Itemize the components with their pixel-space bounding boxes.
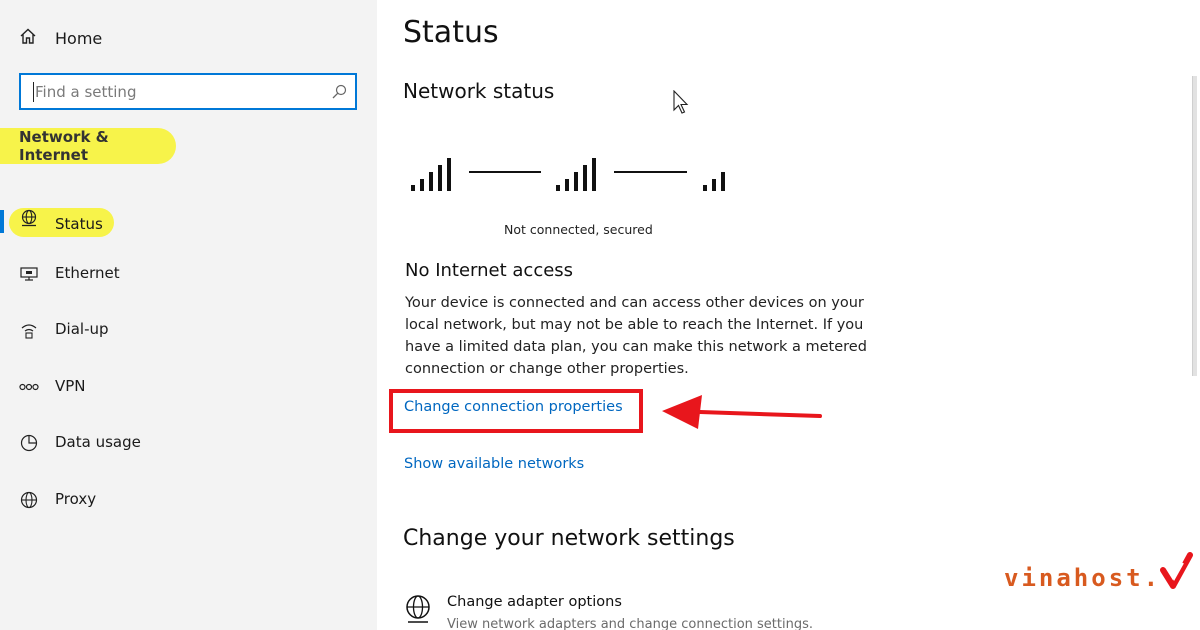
no-internet-heading: No Internet access	[405, 260, 574, 281]
sidebar-item-vpn[interactable]: VPN	[0, 366, 377, 406]
search-icon[interactable]	[331, 84, 347, 100]
mouse-cursor-icon	[673, 90, 689, 114]
sidebar-item-ethernet[interactable]: Ethernet	[0, 253, 377, 293]
sidebar: Home Network & Internet Status Ethernet	[0, 0, 377, 630]
sidebar-item-label: Dial-up	[55, 320, 109, 338]
home-button[interactable]: Home	[19, 25, 102, 51]
network-diagram	[411, 158, 725, 191]
sidebar-item-label: Data usage	[55, 433, 141, 451]
sidebar-item-proxy[interactable]: Proxy	[0, 479, 377, 519]
adapter-globe-icon	[404, 594, 432, 628]
status-description: Your device is connected and can access …	[405, 295, 867, 377]
computer-signal-icon	[411, 158, 451, 191]
scrollbar[interactable]	[1192, 76, 1197, 376]
sidebar-item-label: Proxy	[55, 490, 97, 508]
main-content: Status Network status Not connected, sec…	[377, 0, 1200, 630]
network-status-heading: Network status	[403, 79, 555, 103]
show-available-networks-link[interactable]: Show available networks	[404, 456, 584, 472]
data-usage-icon	[19, 433, 39, 453]
home-icon	[19, 27, 37, 49]
sidebar-item-status[interactable]: Status	[0, 196, 377, 237]
sidebar-item-data-usage[interactable]: Data usage	[0, 422, 377, 462]
vpn-icon	[19, 377, 39, 397]
page-title: Status	[403, 15, 499, 50]
watermark-text: vinahost.	[1004, 564, 1162, 592]
change-adapter-options-link[interactable]: Change adapter options	[447, 594, 622, 610]
internet-signal-icon	[703, 172, 725, 191]
annotation-arrow-icon	[662, 395, 822, 429]
watermark-logo: vinahost.	[1004, 552, 1194, 598]
router-signal-icon	[556, 158, 596, 191]
sidebar-item-label: VPN	[55, 377, 86, 395]
section-heading: Network & Internet	[0, 128, 176, 164]
sidebar-item-label: Ethernet	[55, 264, 120, 282]
ethernet-icon	[19, 264, 39, 284]
globe-icon	[19, 490, 39, 510]
search-box[interactable]	[19, 73, 357, 110]
selected-indicator	[0, 210, 4, 233]
change-settings-heading: Change your network settings	[403, 526, 735, 551]
dialup-icon	[19, 320, 39, 340]
vinahost-check-icon	[1160, 552, 1194, 589]
search-input[interactable]	[33, 81, 331, 102]
connection-status-text: Not connected, secured	[504, 222, 653, 237]
home-label: Home	[55, 28, 103, 48]
sidebar-item-label: Status	[55, 215, 103, 233]
globe-status-icon	[19, 208, 39, 228]
sidebar-item-dialup[interactable]: Dial-up	[0, 309, 377, 349]
change-adapter-options-description: View network adapters and change connect…	[447, 617, 813, 630]
change-connection-properties-link[interactable]: Change connection properties	[404, 399, 623, 415]
